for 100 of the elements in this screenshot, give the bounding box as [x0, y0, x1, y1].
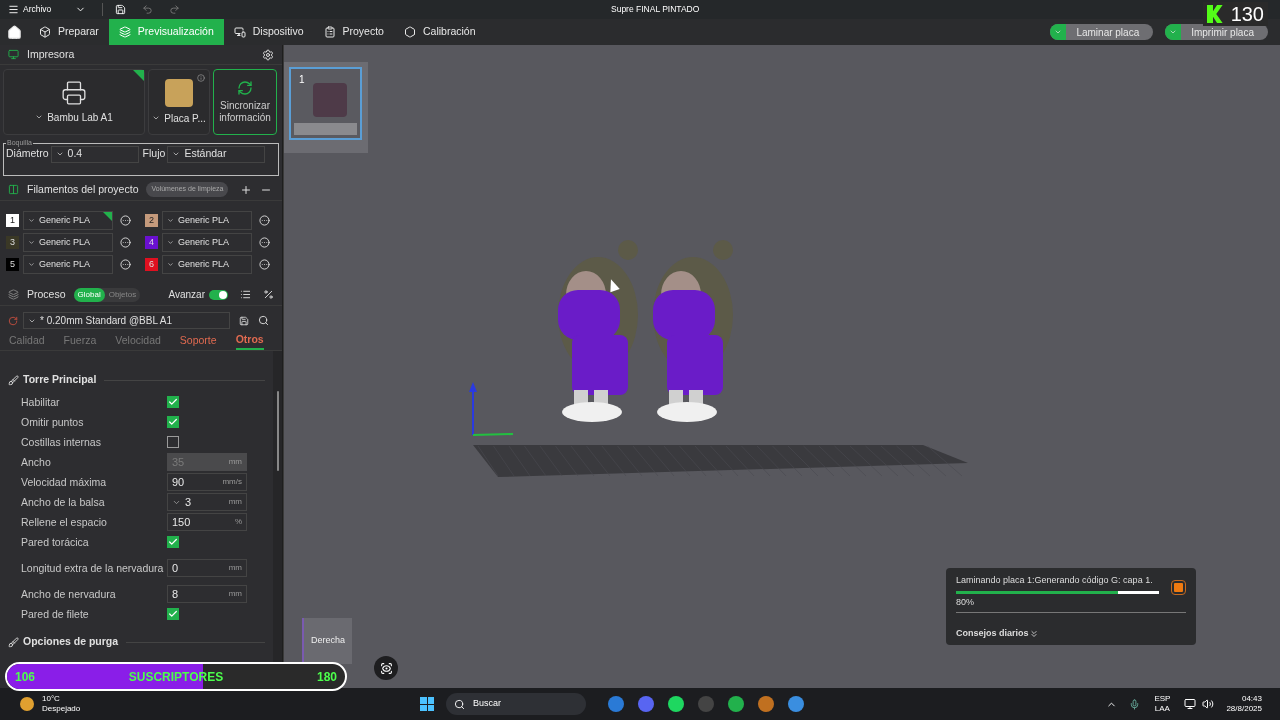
- dropdown-field[interactable]: 3 mm: [167, 493, 247, 511]
- preset-dropdown[interactable]: * 0.20mm Standard @BBL A1: [23, 312, 230, 329]
- settings-icon[interactable]: [262, 48, 274, 61]
- section-title: Proceso: [27, 286, 66, 302]
- reset-icon[interactable]: [8, 315, 18, 326]
- scrollbar-thumb[interactable]: [276, 391, 279, 471]
- goal-start: 106: [15, 668, 36, 686]
- keyboard-layout[interactable]: LAA: [1154, 704, 1170, 714]
- chevron-icon: [167, 217, 174, 224]
- input-language[interactable]: ESP: [1154, 694, 1171, 704]
- filament-swatch[interactable]: 6: [145, 258, 158, 271]
- filament-swatch[interactable]: 2: [145, 214, 158, 227]
- axis-drawing: [469, 382, 514, 436]
- setting-label: Ancho: [21, 456, 52, 468]
- device-icon: [233, 26, 246, 38]
- app-icon[interactable]: [758, 696, 774, 712]
- app-icon[interactable]: [638, 696, 654, 712]
- add-icon[interactable]: [240, 183, 253, 196]
- plate-name: Placa P...: [152, 110, 206, 126]
- setting-label: Longitud extra de la nervadura: [21, 562, 165, 574]
- checkbox[interactable]: [167, 608, 179, 620]
- more-icon[interactable]: [120, 259, 131, 270]
- chevron-icon: [28, 261, 35, 268]
- model-preview-picture: [313, 83, 347, 117]
- goal-target: 180: [316, 668, 337, 686]
- filament-dropdown[interactable]: Generic PLA: [23, 233, 113, 252]
- checkbox[interactable]: [167, 416, 179, 428]
- chevron-icon: [172, 150, 181, 158]
- more-icon[interactable]: [259, 259, 270, 270]
- chevron-icon: [152, 114, 161, 122]
- clock-time[interactable]: 04:43: [1241, 694, 1262, 704]
- stop-button[interactable]: [1171, 580, 1186, 595]
- section-title: Torre Principal: [23, 372, 97, 388]
- filament-dropdown[interactable]: Generic PLA: [162, 233, 252, 252]
- camera-button[interactable]: [374, 656, 398, 680]
- input-field[interactable]: 90 mm/s: [167, 473, 247, 491]
- settings-tab[interactable]: Soporte: [179, 331, 217, 350]
- percent-icon[interactable]: [263, 289, 274, 300]
- printer-card[interactable]: Bambu Lab A1: [3, 69, 145, 135]
- filament-dropdown[interactable]: Generic PLA: [162, 211, 252, 230]
- section-title: Opciones de purga: [23, 634, 119, 650]
- search-icon: [454, 698, 465, 710]
- sync-button[interactable]: Sincronizar información: [213, 69, 277, 135]
- filament-swatch[interactable]: 5: [6, 258, 19, 271]
- taskbar-search-field[interactable]: Buscar: [446, 693, 586, 715]
- section-title: Impresora: [27, 46, 76, 62]
- redo-icon[interactable]: [169, 4, 181, 15]
- sync-icon: [237, 80, 253, 96]
- input-field[interactable]: 0 mm: [167, 559, 247, 577]
- undo-icon[interactable]: [142, 4, 154, 15]
- toggle-label: Avanzar: [168, 288, 205, 302]
- more-icon[interactable]: [120, 215, 131, 226]
- nav-tab[interactable]: Calibración: [393, 19, 486, 45]
- settings-tab[interactable]: Otros: [235, 331, 264, 350]
- filament-swatch[interactable]: 4: [145, 236, 158, 249]
- app-icon[interactable]: [668, 696, 684, 712]
- diameter-dropdown[interactable]: 0.4: [50, 145, 139, 163]
- filament-dropdown[interactable]: Generic PLA: [162, 255, 252, 274]
- flow-dropdown[interactable]: Estándar: [167, 145, 266, 163]
- microphone-icon[interactable]: [1129, 698, 1141, 710]
- view-cube[interactable]: Derecha: [302, 618, 352, 664]
- filament-dropdown[interactable]: Generic PLA: [23, 255, 113, 274]
- info-icon[interactable]: [197, 74, 205, 82]
- more-icon[interactable]: [259, 215, 270, 226]
- save-icon[interactable]: [239, 315, 249, 326]
- advance-toggle[interactable]: [209, 289, 228, 300]
- counter-value: 130: [1230, 2, 1264, 27]
- app-icon[interactable]: [788, 696, 804, 712]
- nav-tab[interactable]: Preparar: [29, 19, 109, 45]
- more-icon[interactable]: [120, 237, 131, 248]
- camera-icon: [379, 661, 393, 675]
- volume-icon[interactable]: [1202, 698, 1215, 710]
- plate-thumbnail[interactable]: 1: [289, 67, 362, 140]
- more-icon[interactable]: [259, 237, 270, 248]
- home-icon[interactable]: [7, 24, 22, 40]
- file-menu[interactable]: Archivo: [0, 3, 95, 16]
- checkbox[interactable]: [167, 536, 179, 548]
- filament-swatch[interactable]: 3: [6, 236, 19, 249]
- search-icon[interactable]: [258, 315, 269, 326]
- clock-date[interactable]: 28/8/2025: [1226, 704, 1262, 714]
- action-button[interactable]: Imprimir placa: [1165, 24, 1268, 40]
- menu-icon: [8, 4, 19, 15]
- list-icon[interactable]: [240, 289, 251, 300]
- plate-label-bar: [294, 123, 357, 135]
- app-icon[interactable]: [728, 696, 744, 712]
- action-button[interactable]: Laminar placa: [1050, 24, 1154, 40]
- checkbox[interactable]: [167, 396, 179, 408]
- input-field[interactable]: 150 %: [167, 513, 247, 531]
- nav-tab[interactable]: Proyecto: [313, 19, 394, 45]
- filament-dropdown[interactable]: Generic PLA: [23, 211, 113, 230]
- filament-swatch[interactable]: 1: [6, 214, 19, 227]
- app-icon[interactable]: [608, 696, 624, 712]
- input-field[interactable]: 8 mm: [167, 585, 247, 603]
- nav-tab[interactable]: Dispositivo: [223, 19, 314, 45]
- hexagon-icon: [403, 26, 416, 38]
- checkbox[interactable]: [167, 436, 179, 448]
- windows-start-icon[interactable]: [420, 697, 434, 711]
- plate-card[interactable]: Placa P...: [148, 69, 210, 135]
- daily-tips-button[interactable]: Consejos diarios: [956, 627, 1039, 641]
- window-title: Supre FINAL PINTADO: [611, 3, 700, 16]
